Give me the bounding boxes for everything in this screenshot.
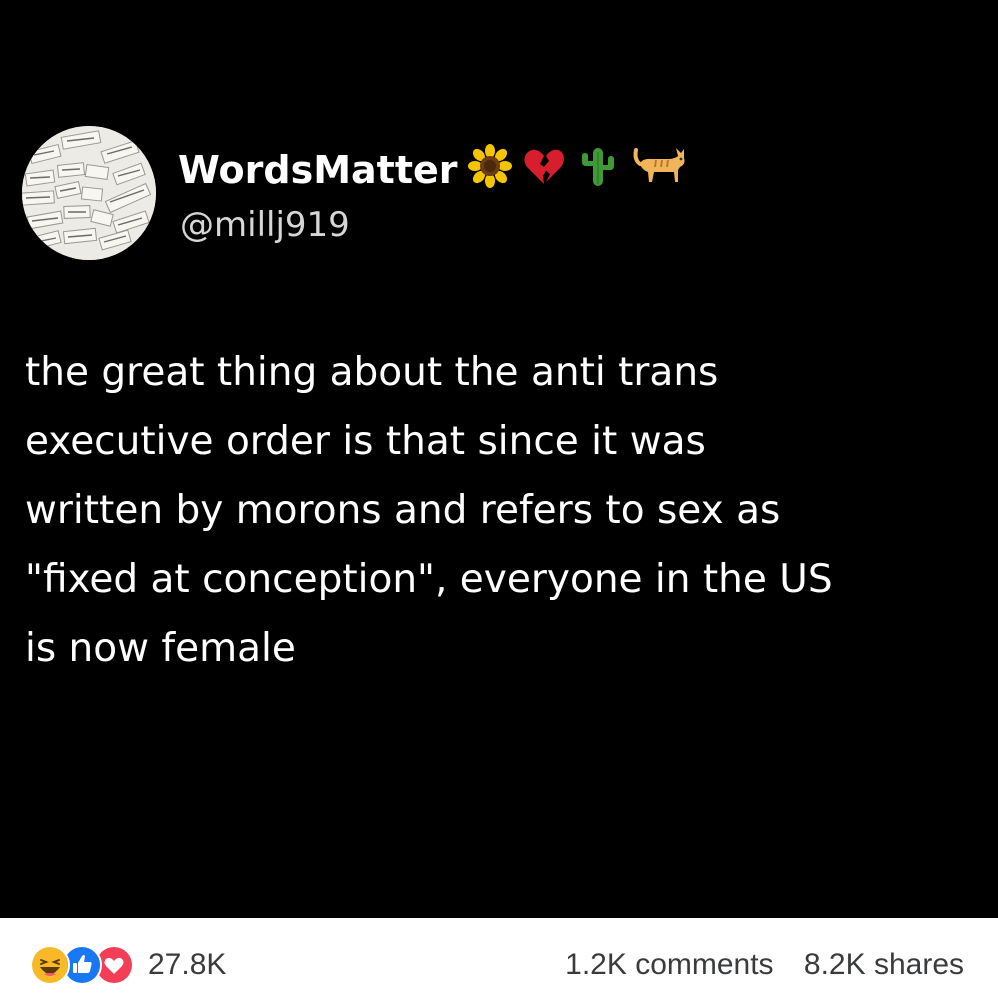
sunflower-icon	[467, 143, 512, 197]
avatar[interactable]	[22, 126, 156, 260]
reactions-summary[interactable]: 27.8K	[30, 945, 226, 985]
cat-icon	[630, 144, 688, 197]
engagement-stats: 1.2K comments 8.2K shares	[543, 948, 964, 982]
post-text-line: written by morons and refers to sex as	[25, 488, 781, 533]
avatar-collage-image	[22, 126, 156, 260]
broken-heart-icon	[522, 144, 566, 197]
post-text: the great thing about the anti trans exe…	[25, 338, 975, 683]
post-text-line: "fixed at conception", everyone in the U…	[25, 557, 833, 602]
post-text-line: the great thing about the anti trans	[25, 350, 719, 395]
author-handle[interactable]: @millj919	[180, 205, 350, 245]
post-text-line: is now female	[25, 626, 296, 671]
author-name-row[interactable]: WordsMatter	[178, 142, 688, 198]
comments-count[interactable]: 1.2K comments	[565, 948, 773, 981]
author-name[interactable]: WordsMatter	[178, 148, 458, 192]
cactus-icon	[576, 144, 620, 197]
reaction-count[interactable]: 27.8K	[148, 948, 226, 982]
shares-count[interactable]: 8.2K shares	[804, 948, 964, 981]
post-text-line: executive order is that since it was	[25, 419, 706, 464]
haha-icon	[30, 945, 70, 985]
post-footer: 27.8K 1.2K comments 8.2K shares	[0, 918, 998, 1000]
post-image[interactable]: WordsMatter @millj919 the great thing ab…	[0, 0, 998, 918]
